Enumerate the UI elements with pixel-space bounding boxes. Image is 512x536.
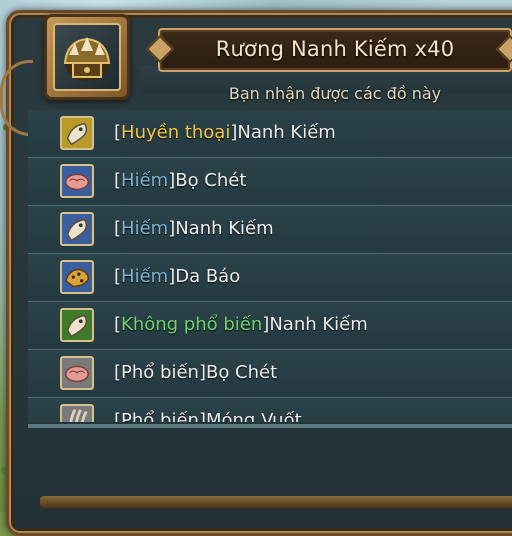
brain-icon [60,164,94,198]
item-label: Nanh Kiếm [237,122,336,143]
list-bottom-edge [28,424,512,428]
bracket-close: ] [198,410,206,422]
subtitle: Bạn nhận được các đồ này [228,84,442,103]
item-name: [Hiếm]Bọ Chét [114,170,246,191]
fang-icon [60,308,94,342]
rarity-label: Phổ biến [121,362,199,383]
list-item[interactable]: [Huyền thoại]Nanh Kiếm [28,110,512,158]
panel-bottom-trim [40,496,512,508]
item-label: Da Báo [175,266,241,287]
item-name: [Huyền thoại]Nanh Kiếm [114,122,336,143]
fang-icon [60,116,94,150]
page-title: Rương Nanh Kiếm x40 [215,37,455,61]
list-item[interactable]: [Hiếm]Da Báo [28,254,512,302]
rarity-label: Huyền thoại [121,122,231,143]
fang-icon [60,212,94,246]
bracket-open: [ [114,362,122,383]
bracket-open: [ [114,170,122,191]
bracket-close: ] [198,362,206,383]
bracket-open: [ [114,122,122,143]
bracket-open: [ [114,266,122,287]
rarity-label: Phổ biến [121,410,199,422]
brain-icon [60,356,94,390]
list-item[interactable]: [Không phổ biến]Nanh Kiếm [28,302,512,350]
list-item[interactable]: [Phổ biến]Móng Vuốt [28,398,512,422]
rarity-label: Hiếm [121,218,169,239]
item-name: [Không phổ biến]Nanh Kiếm [114,314,368,335]
reward-list[interactable]: [Huyền thoại]Nanh Kiếm [Hiếm]Bọ Chét [Hiếm… [28,110,512,422]
chest-frame [44,14,130,100]
rarity-label: Hiếm [121,170,169,191]
title-banner: Rương Nanh Kiếm x40 [158,28,512,72]
rarity-label: Hiếm [121,266,169,287]
item-label: Nanh Kiếm [175,218,274,239]
list-item[interactable]: [Hiếm]Bọ Chét [28,158,512,206]
item-label: Bọ Chét [205,362,278,383]
bracket-open: [ [114,314,122,335]
list-item[interactable]: [Hiếm]Nanh Kiếm [28,206,512,254]
chest-icon [63,37,111,81]
item-label: Móng Vuốt [205,410,302,422]
pelt-icon [60,260,94,294]
item-name: [Phổ biến]Móng Vuốt [114,410,302,422]
list-item[interactable]: [Phổ biến]Bọ Chét [28,350,512,398]
bracket-open: [ [114,218,122,239]
item-label: Nanh Kiếm [269,314,368,335]
item-name: [Hiếm]Da Báo [114,266,240,287]
item-name: [Phổ biến]Bọ Chét [114,362,277,383]
item-label: Bọ Chét [175,170,247,191]
item-name: [Hiếm]Nanh Kiếm [114,218,274,239]
rarity-label: Không phổ biến [121,314,263,335]
bracket-open: [ [114,410,122,422]
claw-icon [60,404,94,422]
